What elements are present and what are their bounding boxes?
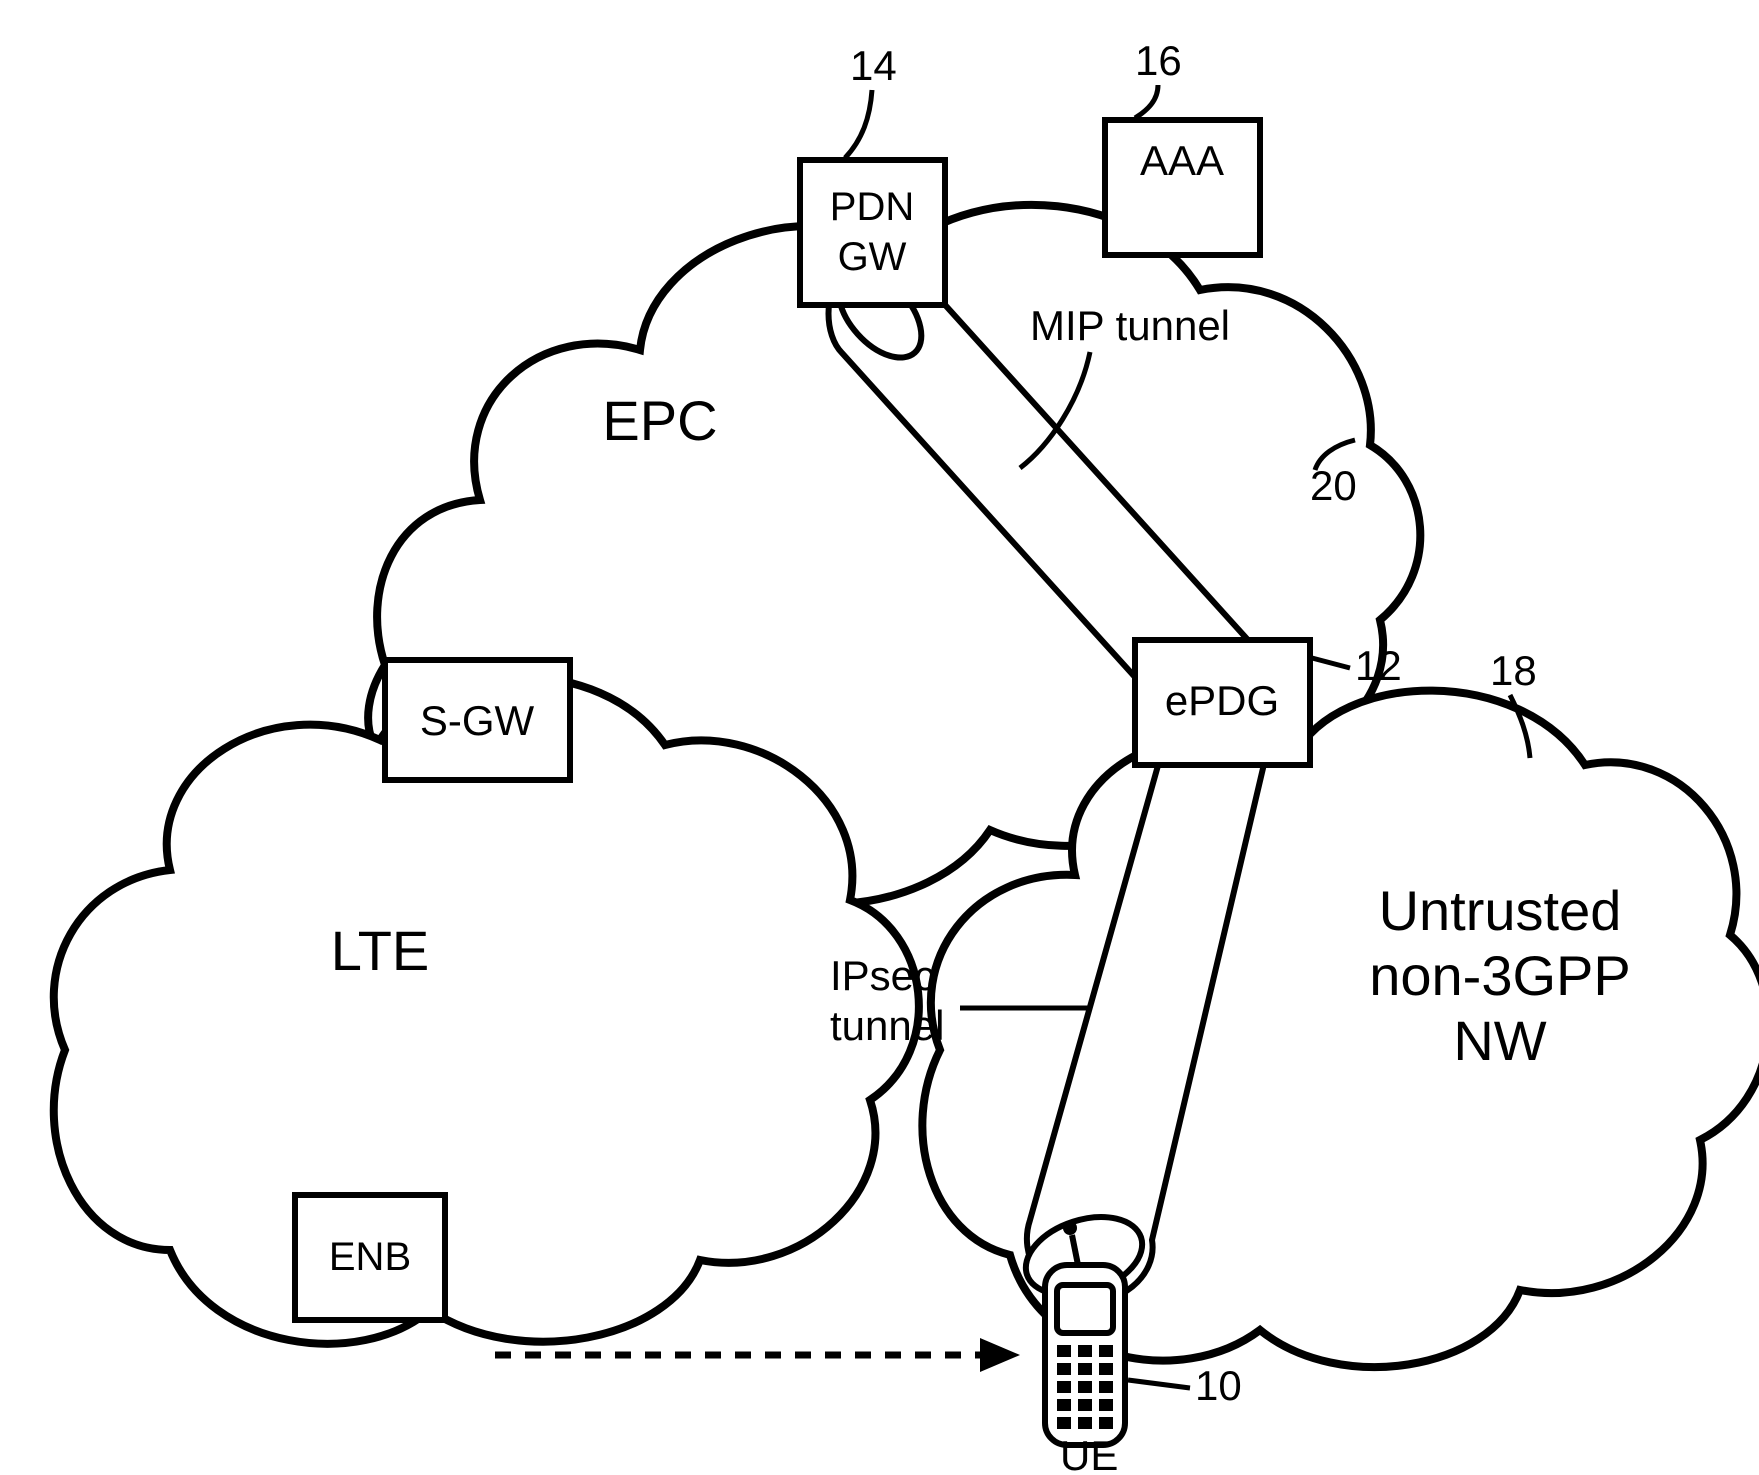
ipsec-tunnel-label-1: IPsec [830, 952, 935, 999]
ref-14: 14 [850, 42, 897, 89]
sgw-label: S-GW [420, 697, 535, 744]
pdn-gw-label-2: GW [838, 235, 907, 279]
ref-18: 18 [1490, 647, 1537, 694]
pdn-gw-label-1: PDN [830, 185, 914, 229]
ipsec-tunnel-label-2: tunnel [830, 1002, 944, 1049]
ref-12: 12 [1355, 642, 1402, 689]
box-s-gw: S-GW [385, 660, 570, 780]
untrusted-label-3: NW [1453, 1009, 1546, 1072]
box-enb: ENB [295, 1195, 445, 1320]
epdg-label: ePDG [1165, 677, 1279, 724]
aaa-label: AAA [1140, 137, 1224, 184]
box-aaa: AAA [1105, 120, 1260, 255]
ue-label: UE [1060, 1432, 1118, 1475]
epc-label: EPC [602, 389, 717, 452]
enb-label: ENB [329, 1235, 411, 1279]
box-pdn-gw: PDN GW [800, 160, 945, 305]
network-diagram: PDN GW AAA S-GW ePDG ENB [0, 0, 1759, 1475]
untrusted-label-2: non-3GPP [1369, 944, 1631, 1007]
untrusted-label-1: Untrusted [1379, 879, 1622, 942]
ref-10: 10 [1195, 1362, 1242, 1409]
lte-label: LTE [331, 919, 430, 982]
box-epdg: ePDG [1135, 640, 1310, 765]
ref-16: 16 [1135, 37, 1182, 84]
mip-tunnel-label: MIP tunnel [1030, 302, 1230, 349]
